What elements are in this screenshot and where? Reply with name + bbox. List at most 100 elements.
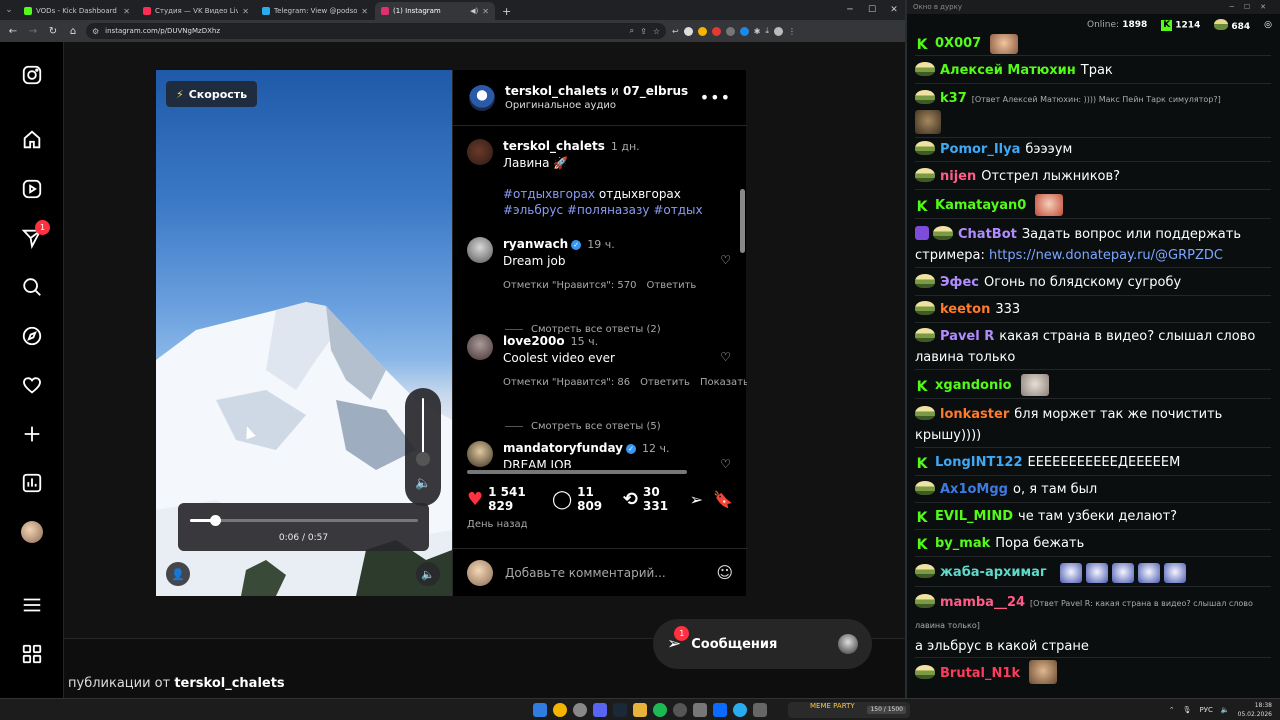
app-icon[interactable]: [693, 703, 707, 717]
like-comment-icon[interactable]: ♡: [720, 350, 731, 364]
chat-user[interactable]: mamba__24: [940, 595, 1025, 610]
translate-button[interactable]: Показать п: [700, 377, 747, 388]
discord-icon[interactable]: [593, 703, 607, 717]
hashtag-link[interactable]: #отдыхвгорах: [503, 187, 595, 201]
instagram-logo-icon[interactable]: [20, 63, 44, 87]
chat-user[interactable]: nijen: [940, 169, 976, 184]
bookmark-star-icon[interactable]: ☆: [653, 27, 660, 36]
see-replies-button[interactable]: Смотреть все ответы (5): [505, 421, 661, 432]
folder-icon[interactable]: [633, 703, 647, 717]
extension-icon[interactable]: [739, 26, 749, 36]
avatar[interactable]: [467, 334, 493, 360]
messages-button[interactable]: ➢ 1 Сообщения: [653, 619, 872, 669]
chat-user[interactable]: Pomor_Ilya: [940, 142, 1020, 157]
extension-icon[interactable]: [711, 26, 721, 36]
speaker-icon[interactable]: ◀): [470, 7, 478, 15]
hashtag-link[interactable]: #отдых: [653, 203, 702, 217]
reels-icon[interactable]: [20, 177, 44, 201]
home-button-icon[interactable]: ⌂: [66, 26, 80, 37]
chrome-icon[interactable]: [553, 703, 567, 717]
chat-user[interactable]: 0X007: [935, 36, 981, 51]
obs-icon[interactable]: [573, 703, 587, 717]
repost-button[interactable]: ⟲ 30 331: [623, 485, 678, 513]
settings-icon[interactable]: ◎: [1264, 20, 1272, 30]
reply-button[interactable]: Ответить: [640, 377, 690, 388]
chat-user[interactable]: Brutal_N1k: [940, 666, 1020, 681]
volume-knob[interactable]: [416, 452, 430, 466]
chat-user[interactable]: ChatBot: [958, 227, 1017, 242]
forward-icon[interactable]: →: [26, 26, 40, 37]
close-tab-icon[interactable]: ✕: [361, 7, 368, 16]
profile-avatar[interactable]: [20, 520, 44, 544]
heart-icon[interactable]: [20, 373, 44, 397]
author-avatar[interactable]: [469, 84, 495, 111]
speed-button[interactable]: ⚡ Скорость: [166, 81, 258, 107]
seek-bar[interactable]: [190, 519, 418, 522]
chat-user[interactable]: жаба-архимаг: [940, 565, 1047, 580]
search-icon[interactable]: [20, 275, 44, 299]
mic-icon[interactable]: 🎙: [1183, 706, 1192, 714]
spotify-icon[interactable]: [653, 703, 667, 717]
comment-likes[interactable]: Отметки "Нравится": 570: [503, 280, 637, 291]
comment-button[interactable]: ◯ 11 809: [552, 485, 611, 513]
volume-slider[interactable]: [422, 398, 424, 458]
zoom-icon[interactable]: ⌕: [630, 26, 634, 36]
audio-link[interactable]: Оригинальное аудио: [505, 100, 690, 111]
hashtag-link[interactable]: #поляназазу: [567, 203, 650, 217]
video-player[interactable]: ⚡ Скорость 🔈 0:06 / 0:57 👤 🔈: [156, 70, 452, 596]
chat-user[interactable]: Эфес: [940, 275, 979, 290]
reply-button[interactable]: Ответить: [647, 280, 697, 291]
tray-expand-icon[interactable]: ⌃: [1169, 706, 1175, 714]
direct-icon[interactable]: 1: [20, 220, 50, 250]
like-comment-icon[interactable]: ♡: [720, 253, 731, 267]
extension-arrow-icon[interactable]: ↩: [672, 27, 679, 36]
home-icon[interactable]: [20, 128, 44, 152]
chat-link[interactable]: https://new.donatepay.ru/@GRPZDC: [989, 248, 1223, 263]
comment-user[interactable]: ryanwach: [503, 237, 568, 251]
chat-user[interactable]: keeton: [940, 302, 990, 317]
chat-user[interactable]: xgandonio: [935, 378, 1012, 393]
horizontal-scrollbar[interactable]: [467, 470, 687, 474]
dashboard-icon[interactable]: [20, 471, 44, 495]
tab-instagram[interactable]: (1) Instagram ◀) ✕: [375, 2, 495, 20]
comment-input[interactable]: Добавьте комментарий...: [505, 566, 666, 580]
avatar[interactable]: [467, 441, 493, 467]
telegram-icon[interactable]: [733, 703, 747, 717]
comment-user[interactable]: love200o: [503, 334, 565, 348]
chat-user[interactable]: Алексей Матюхин: [940, 63, 1076, 78]
more-options-icon[interactable]: •••: [700, 88, 731, 107]
extension-icon[interactable]: [683, 26, 693, 36]
chat-user[interactable]: lonkaster: [940, 407, 1009, 422]
extension-icon[interactable]: [697, 26, 707, 36]
address-bar[interactable]: ⚙ instagram.com/p/DUVNgMzDXhz ⌕ ⇪ ☆: [86, 23, 666, 39]
close-tab-icon[interactable]: ✕: [242, 7, 249, 16]
share-icon[interactable]: ⇪: [640, 27, 647, 36]
download-icon[interactable]: ⤓: [765, 26, 769, 36]
app-icon[interactable]: [753, 703, 767, 717]
create-icon[interactable]: [20, 422, 44, 446]
volume-icon[interactable]: 🔈: [415, 476, 431, 491]
emoji-icon[interactable]: ☺: [716, 563, 733, 582]
save-bookmark-icon[interactable]: 🔖: [713, 490, 733, 509]
more-posts-user[interactable]: terskol_chalets: [174, 676, 284, 691]
close-tab-icon[interactable]: ✕: [482, 7, 489, 16]
seek-knob[interactable]: [210, 515, 222, 526]
explore-icon[interactable]: [20, 324, 44, 348]
back-icon[interactable]: ←: [6, 26, 20, 37]
close-tab-icon[interactable]: ✕: [123, 7, 130, 16]
menu-icon[interactable]: [20, 593, 44, 617]
comment-likes[interactable]: Отметки "Нравится": 86: [503, 377, 630, 388]
like-button[interactable]: ♥ 1 541 829: [467, 485, 540, 513]
tagged-users-icon[interactable]: 👤: [166, 562, 190, 586]
chat-window-controls[interactable]: ─☐✕: [1230, 0, 1276, 14]
extensions-puzzle-icon[interactable]: ✱: [754, 27, 761, 36]
mute-icon[interactable]: 🔈: [416, 562, 440, 586]
avatar[interactable]: [467, 237, 493, 263]
caption-user[interactable]: terskol_chalets: [503, 139, 605, 153]
comments-scrollbar[interactable]: [740, 189, 745, 253]
tab-telegram[interactable]: Telegram: View @podsos_club ✕: [256, 2, 374, 20]
close-window-icon[interactable]: ✕: [883, 0, 905, 20]
author-link[interactable]: terskol_chalets: [505, 84, 607, 98]
chat-user[interactable]: k37: [940, 91, 967, 106]
menu-kebab-icon[interactable]: ⋮: [788, 27, 796, 36]
